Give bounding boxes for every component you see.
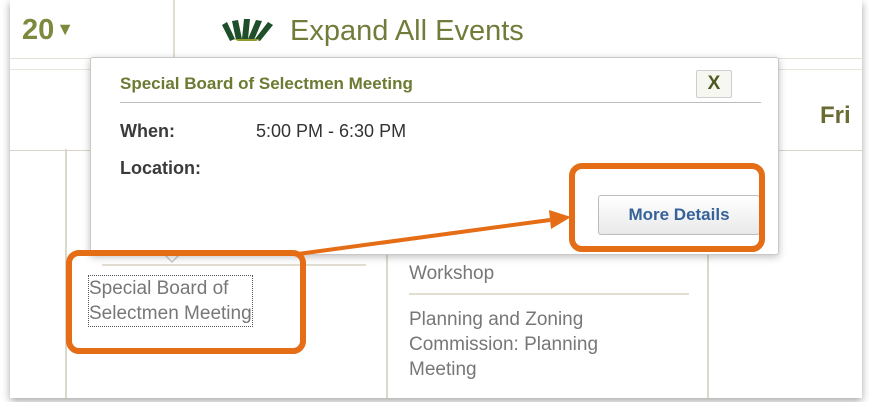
- callout-arrow: [297, 210, 571, 256]
- callout-arrow-line: [297, 218, 551, 256]
- callout-arrow-head: [549, 210, 571, 229]
